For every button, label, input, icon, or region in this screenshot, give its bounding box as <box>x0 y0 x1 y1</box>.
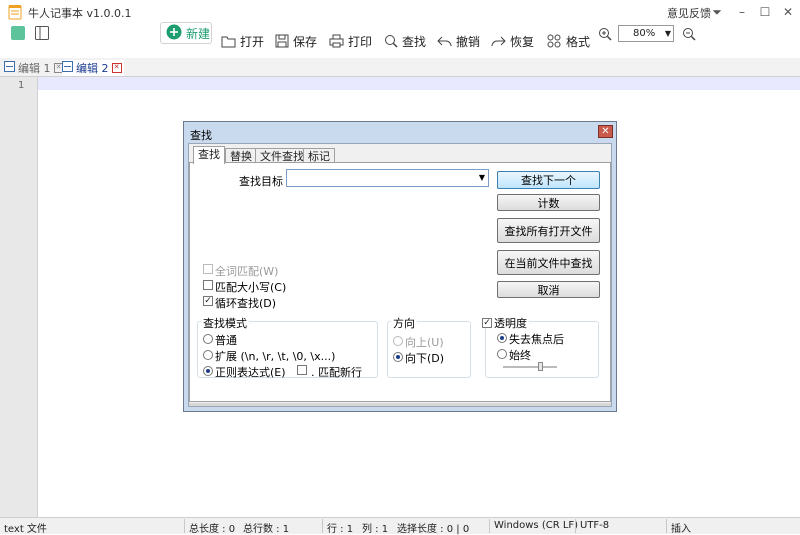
app-logo-icon <box>8 4 22 20</box>
chevron-down-icon[interactable]: ▼ <box>479 173 485 182</box>
print-button[interactable]: 打印 <box>329 24 372 58</box>
status-bar: text 文件 总长度 : 0 总行数 : 1 行 : 1 列 : 1 选择长度… <box>0 517 800 535</box>
status-divider <box>575 519 576 533</box>
find-next-button[interactable]: 查找下一个 <box>497 171 600 189</box>
format-label: 格式 <box>566 34 591 49</box>
close-icon[interactable]: ✕ <box>777 3 799 21</box>
direction-down-radio[interactable] <box>393 352 403 362</box>
document-icon <box>4 61 15 75</box>
transparency-always-label: 始终 <box>509 349 531 362</box>
tab-label: 编辑 2 <box>76 62 109 75</box>
direction-up-radio[interactable] <box>393 336 403 346</box>
format-icon <box>547 34 562 48</box>
theme-icon[interactable] <box>11 26 25 40</box>
mode-normal-radio[interactable] <box>203 334 213 344</box>
mode-extended-label: 扩展 (\n, \r, \t, \0, \x...) <box>215 350 336 363</box>
match-case-label: 匹配大小写(C) <box>215 281 287 294</box>
zoom-value: 80% <box>633 28 656 39</box>
line-number-gutter <box>0 77 38 517</box>
save-button[interactable]: 保存 <box>275 24 317 58</box>
transparency-checkbox[interactable]: ✓ <box>482 318 492 328</box>
dot-newline-checkbox[interactable] <box>297 365 307 375</box>
count-button[interactable]: 计数 <box>497 194 600 211</box>
transparency-slider-thumb[interactable] <box>538 362 543 371</box>
transparency-on-lose-focus-label: 失去焦点后 <box>509 333 564 346</box>
app-title: 牛人记事本 v1.0.0.1 <box>28 7 132 20</box>
title-bar: 牛人记事本 v1.0.0.1 意见反馈 ⏷ – ☐ ✕ <box>0 0 800 24</box>
dialog-close-icon[interactable]: ✕ <box>598 125 613 138</box>
find-button[interactable]: 查找 <box>384 24 426 58</box>
save-icon <box>275 34 289 48</box>
wrap-around-label: 循环查找(D) <box>215 297 277 310</box>
new-button[interactable]: 新建 <box>160 22 212 44</box>
zoom-out-icon[interactable] <box>682 27 696 44</box>
redo-label: 恢复 <box>510 34 535 49</box>
zoom-select[interactable]: 80% ▼ <box>618 25 674 42</box>
redo-button[interactable]: 恢复 <box>491 24 534 58</box>
chevron-down-icon: ▼ <box>664 29 671 38</box>
new-label: 新建 <box>186 26 211 41</box>
direction-title: 方向 <box>391 315 417 331</box>
cancel-button[interactable]: 取消 <box>497 281 600 298</box>
undo-label: 撤销 <box>456 34 481 49</box>
format-button[interactable]: 格式 <box>547 24 590 58</box>
tab-label: 编辑 1 <box>18 62 51 75</box>
sidebar-toggle-icon[interactable] <box>35 26 49 40</box>
direction-down-label: 向下(D) <box>405 352 445 365</box>
dialog-scrollbar[interactable] <box>189 403 611 406</box>
line-number: 1 <box>18 80 25 91</box>
find-in-current-file-button[interactable]: 在当前文件中查找 <box>497 250 600 275</box>
search-mode-title: 查找模式 <box>201 315 249 331</box>
find-target-input[interactable] <box>289 171 469 185</box>
transparency-on-lose-focus-radio[interactable] <box>497 333 507 343</box>
whole-word-checkbox[interactable] <box>203 264 213 274</box>
status-divider <box>489 519 490 533</box>
find-target-combobox[interactable]: ▼ <box>286 169 489 187</box>
print-icon <box>329 34 344 48</box>
status-divider <box>322 519 323 533</box>
undo-button[interactable]: 撤销 <box>437 24 480 58</box>
minimize-icon[interactable]: – <box>731 3 753 21</box>
print-label: 打印 <box>348 34 373 49</box>
tab-find[interactable]: 查找 <box>193 146 225 164</box>
status-encoding: UTF-8 <box>580 520 610 531</box>
tab-edit-1[interactable]: 编辑 1 ✕ <box>4 60 64 76</box>
search-icon <box>384 34 398 48</box>
transparency-slider-track[interactable] <box>503 366 557 369</box>
direction-up-label: 向上(U) <box>405 336 444 349</box>
transparency-always-radio[interactable] <box>497 349 507 359</box>
maximize-icon[interactable]: ☐ <box>754 3 776 21</box>
save-label: 保存 <box>293 34 318 49</box>
mode-regex-radio[interactable] <box>203 366 213 376</box>
undo-icon <box>437 34 452 48</box>
find-label: 查找 <box>402 34 427 49</box>
dropdown-menu-icon[interactable]: ⏷ <box>706 3 728 21</box>
status-divider <box>666 519 667 533</box>
transparency-title: 透明度 <box>492 315 529 331</box>
mode-regex-label: 正则表达式(E) <box>215 366 286 379</box>
folder-icon <box>221 34 236 48</box>
find-all-open-files-button[interactable]: 查找所有打开文件 <box>497 218 600 243</box>
tab-edit-2[interactable]: 编辑 2 ✕ <box>62 60 124 76</box>
find-target-label: 查找目标 : <box>239 175 291 188</box>
status-eol: Windows (CR LF) <box>494 520 579 531</box>
dialog-title: 查找 <box>190 129 212 142</box>
redo-icon <box>491 34 506 48</box>
match-case-checkbox[interactable] <box>203 280 213 290</box>
tab-close-icon[interactable]: ✕ <box>111 63 122 73</box>
zoom-in-icon[interactable] <box>598 27 612 44</box>
mode-extended-radio[interactable] <box>203 350 213 360</box>
document-icon <box>62 61 73 75</box>
mode-normal-label: 普通 <box>215 334 237 347</box>
wrap-around-checkbox[interactable]: ✓ <box>203 296 213 306</box>
plus-circle-icon <box>166 24 182 43</box>
whole-word-label: 全词匹配(W) <box>215 265 279 278</box>
open-button[interactable]: 打开 <box>221 24 264 58</box>
dot-newline-label: . 匹配新行 <box>311 366 362 379</box>
open-label: 打开 <box>240 34 265 49</box>
feedback-link[interactable]: 意见反馈 <box>667 5 711 21</box>
editor-current-line[interactable] <box>38 77 800 90</box>
status-divider <box>184 519 185 533</box>
